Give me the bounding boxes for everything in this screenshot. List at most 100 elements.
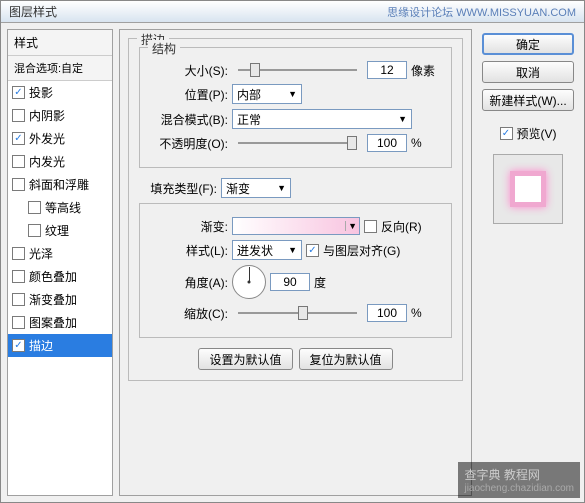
blend-options-header[interactable]: 混合选项:自定 bbox=[8, 56, 112, 81]
chevron-down-icon: ▼ bbox=[398, 114, 407, 124]
reset-default-button[interactable]: 复位为默认值 bbox=[299, 348, 393, 370]
style-label: 描边 bbox=[29, 337, 53, 354]
chevron-down-icon: ▼ bbox=[277, 183, 286, 193]
preview-checkbox[interactable] bbox=[500, 127, 513, 140]
opacity-label: 不透明度(O): bbox=[150, 135, 228, 152]
style-checkbox[interactable] bbox=[12, 86, 25, 99]
layer-style-dialog: 图层样式 思缘设计论坛 WWW.MISSYUAN.COM 样式 混合选项:自定 … bbox=[0, 0, 585, 503]
opacity-input[interactable] bbox=[367, 134, 407, 152]
actions-panel: 确定 取消 新建样式(W)... 预览(V) bbox=[478, 29, 578, 496]
angle-input[interactable] bbox=[270, 273, 310, 291]
style-item[interactable]: 光泽 bbox=[8, 242, 112, 265]
fill-type-select[interactable]: 渐变 ▼ bbox=[221, 178, 291, 198]
style-item[interactable]: 纹理 bbox=[8, 219, 112, 242]
align-label: 与图层对齐(G) bbox=[323, 242, 400, 259]
angle-wheel[interactable] bbox=[232, 265, 266, 299]
size-label: 大小(S): bbox=[150, 62, 228, 79]
styles-panel: 样式 混合选项:自定 投影内阴影外发光内发光斜面和浮雕等高线纹理光泽颜色叠加渐变… bbox=[7, 29, 113, 496]
structure-fieldset: 结构 大小(S): 像素 位置(P): 内部 ▼ bbox=[139, 47, 452, 168]
style-label: 内阴影 bbox=[29, 107, 65, 124]
preview-label: 预览(V) bbox=[517, 125, 557, 142]
set-default-button[interactable]: 设置为默认值 bbox=[198, 348, 292, 370]
opacity-slider-thumb[interactable] bbox=[347, 136, 357, 150]
titlebar[interactable]: 图层样式 思缘设计论坛 WWW.MISSYUAN.COM bbox=[1, 1, 584, 23]
size-input[interactable] bbox=[367, 61, 407, 79]
style-checkbox[interactable] bbox=[12, 109, 25, 122]
fill-type-label: 填充类型(F): bbox=[139, 180, 217, 197]
size-slider[interactable] bbox=[238, 69, 357, 71]
fill-type-value: 渐变 bbox=[226, 180, 250, 197]
chevron-down-icon: ▼ bbox=[288, 89, 297, 99]
position-value: 内部 bbox=[237, 86, 261, 103]
gradient-label: 渐变: bbox=[150, 218, 228, 235]
style-label: 外发光 bbox=[29, 130, 65, 147]
style-item[interactable]: 投影 bbox=[8, 81, 112, 104]
preview-box bbox=[493, 154, 563, 224]
ok-button[interactable]: 确定 bbox=[482, 33, 574, 55]
styles-header: 样式 bbox=[8, 30, 112, 56]
blend-mode-value: 正常 bbox=[237, 111, 261, 128]
style-item[interactable]: 等高线 bbox=[8, 196, 112, 219]
scale-slider[interactable] bbox=[238, 312, 357, 314]
opacity-slider[interactable] bbox=[238, 142, 357, 144]
style-checkbox[interactable] bbox=[28, 224, 41, 237]
style-label: 光泽 bbox=[29, 245, 53, 262]
style-item[interactable]: 内阴影 bbox=[8, 104, 112, 127]
style-label: 斜面和浮雕 bbox=[29, 176, 89, 193]
style-checkbox[interactable] bbox=[12, 132, 25, 145]
blend-mode-label: 混合模式(B): bbox=[150, 111, 228, 128]
scale-unit: % bbox=[411, 306, 441, 320]
chevron-down-icon: ▼ bbox=[345, 221, 359, 231]
style-checkbox[interactable] bbox=[12, 316, 25, 329]
style-label: 内发光 bbox=[29, 153, 65, 170]
style-checkbox[interactable] bbox=[12, 339, 25, 352]
dialog-title: 图层样式 bbox=[9, 3, 57, 20]
style-label: 投影 bbox=[29, 84, 53, 101]
stroke-fieldset: 描边 结构 大小(S): 像素 位置(P): 内部 ▼ bbox=[128, 38, 463, 381]
settings-panel: 描边 结构 大小(S): 像素 位置(P): 内部 ▼ bbox=[119, 29, 472, 496]
reverse-label: 反向(R) bbox=[381, 218, 422, 235]
chevron-down-icon: ▼ bbox=[288, 245, 297, 255]
style-item[interactable]: 颜色叠加 bbox=[8, 265, 112, 288]
position-select[interactable]: 内部 ▼ bbox=[232, 84, 302, 104]
angle-label: 角度(A): bbox=[150, 274, 228, 291]
align-checkbox[interactable] bbox=[306, 244, 319, 257]
gradient-picker[interactable]: ▼ bbox=[232, 217, 360, 235]
style-item[interactable]: 渐变叠加 bbox=[8, 288, 112, 311]
position-label: 位置(P): bbox=[150, 86, 228, 103]
style-item[interactable]: 内发光 bbox=[8, 150, 112, 173]
new-style-button[interactable]: 新建样式(W)... bbox=[482, 89, 574, 111]
structure-legend: 结构 bbox=[148, 40, 180, 57]
reverse-checkbox[interactable] bbox=[364, 220, 377, 233]
scale-slider-thumb[interactable] bbox=[298, 306, 308, 320]
scale-input[interactable] bbox=[367, 304, 407, 322]
style-select[interactable]: 迸发状 ▼ bbox=[232, 240, 302, 260]
style-item[interactable]: 斜面和浮雕 bbox=[8, 173, 112, 196]
titlebar-watermark: 思缘设计论坛 WWW.MISSYUAN.COM bbox=[387, 4, 576, 20]
angle-unit: 度 bbox=[314, 274, 344, 291]
style-value: 迸发状 bbox=[237, 242, 273, 259]
style-label: 等高线 bbox=[45, 199, 81, 216]
style-label: 渐变叠加 bbox=[29, 291, 77, 308]
style-checkbox[interactable] bbox=[12, 270, 25, 283]
style-checkbox[interactable] bbox=[12, 293, 25, 306]
style-checkbox[interactable] bbox=[12, 247, 25, 260]
style-item[interactable]: 描边 bbox=[8, 334, 112, 357]
style-list: 投影内阴影外发光内发光斜面和浮雕等高线纹理光泽颜色叠加渐变叠加图案叠加描边 bbox=[8, 81, 112, 495]
style-checkbox[interactable] bbox=[12, 178, 25, 191]
style-checkbox[interactable] bbox=[12, 155, 25, 168]
style-label: 颜色叠加 bbox=[29, 268, 77, 285]
preview-swatch bbox=[510, 171, 546, 207]
size-unit: 像素 bbox=[411, 62, 441, 79]
style-item[interactable]: 外发光 bbox=[8, 127, 112, 150]
style-checkbox[interactable] bbox=[28, 201, 41, 214]
style-label: 纹理 bbox=[45, 222, 69, 239]
size-slider-thumb[interactable] bbox=[250, 63, 260, 77]
style-label: 样式(L): bbox=[150, 242, 228, 259]
style-label: 图案叠加 bbox=[29, 314, 77, 331]
style-item[interactable]: 图案叠加 bbox=[8, 311, 112, 334]
footer-watermark: 查字典 教程网 jiaocheng.chazidian.com bbox=[458, 462, 580, 498]
scale-label: 缩放(C): bbox=[150, 305, 228, 322]
cancel-button[interactable]: 取消 bbox=[482, 61, 574, 83]
blend-mode-select[interactable]: 正常 ▼ bbox=[232, 109, 412, 129]
